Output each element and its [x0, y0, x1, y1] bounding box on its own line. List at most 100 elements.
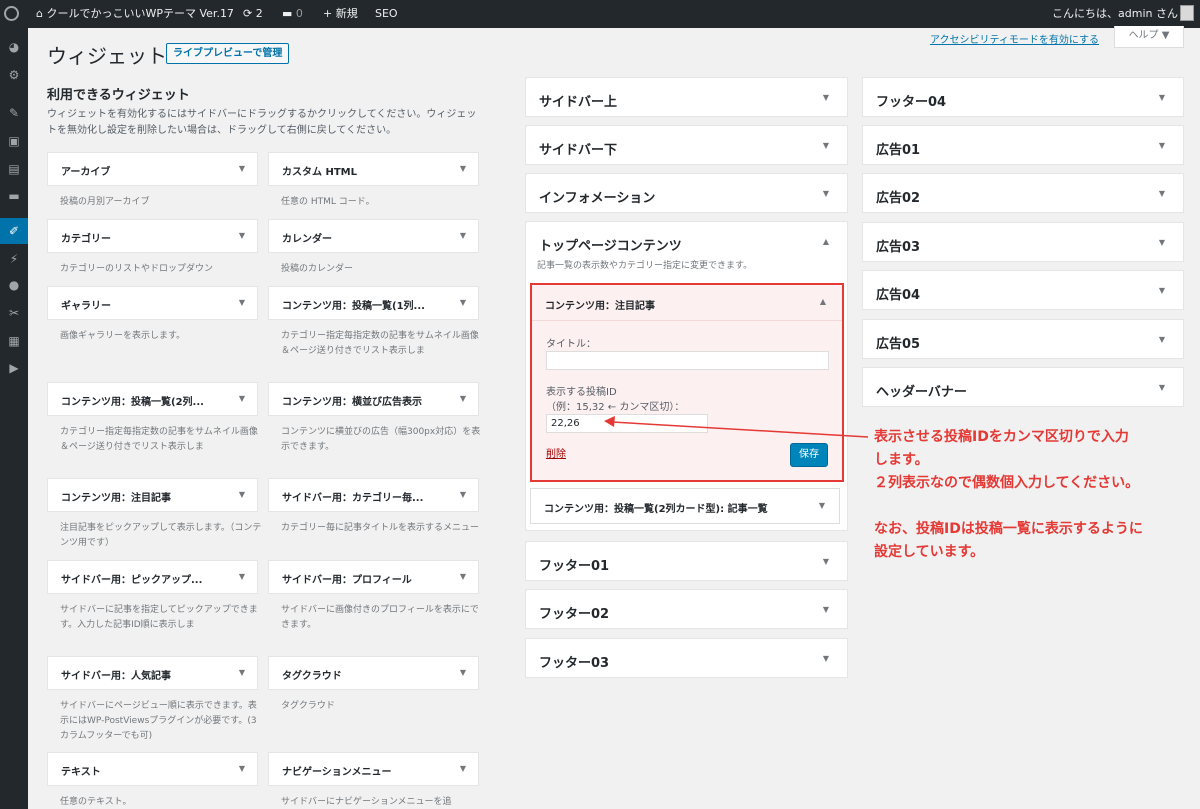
- widget-header[interactable]: コンテンツ用：注目記事 ▲: [532, 285, 842, 321]
- sidebar-title: 広告02: [876, 191, 921, 206]
- widget-tile[interactable]: ギャラリー ▼: [47, 286, 258, 320]
- new-content-link[interactable]: + 新規: [323, 0, 358, 28]
- widget-tile[interactable]: コンテンツ用：投稿一覧(1列... ▼: [268, 286, 479, 320]
- new-content-label: 新規: [335, 7, 358, 20]
- plugins-icon[interactable]: ⚡: [0, 246, 28, 272]
- pin-icon[interactable]: ✎: [0, 100, 28, 126]
- widget-description: カテゴリーのリストやドロップダウン: [60, 264, 214, 274]
- comments-count: 0: [295, 7, 303, 20]
- widget-name: ギャラリー: [61, 301, 111, 312]
- caret-down-icon: ▼: [1158, 141, 1165, 150]
- widget-post-list-card[interactable]: コンテンツ用：投稿一覧(2列カード型): 記事一覧 ▼: [530, 488, 840, 524]
- caret-down-icon: ▼: [1158, 286, 1165, 295]
- delete-link[interactable]: 削除: [546, 445, 566, 460]
- sidebar-title: フッター04: [876, 95, 947, 110]
- media-icon[interactable]: ▣: [0, 128, 28, 154]
- caret-down-icon: ▼: [818, 501, 825, 510]
- users-icon[interactable]: ●: [0, 272, 28, 298]
- appearance-icon[interactable]: ✐: [0, 218, 28, 244]
- sidebar-area-ad04[interactable]: 広告04 ▼: [862, 270, 1184, 310]
- widget-title: コンテンツ用：注目記事: [545, 301, 655, 312]
- widget-tile[interactable]: テキスト ▼: [47, 752, 258, 786]
- sidebar-area-ad05[interactable]: 広告05 ▼: [862, 319, 1184, 359]
- sidebar-area-footer03[interactable]: フッター03 ▼: [525, 638, 848, 678]
- sidebar-area-footer02[interactable]: フッター02 ▼: [525, 589, 848, 629]
- site-name-link[interactable]: ⌂ クールでかっこいいWPテーマ Ver.17: [36, 0, 234, 28]
- sidebar-area-footer04[interactable]: フッター04 ▼: [862, 77, 1184, 117]
- widget-name: カテゴリー: [61, 234, 111, 245]
- widget-tile[interactable]: サイドバー用：カテゴリー毎... ▼: [268, 478, 479, 512]
- widget-description: タグクラウド: [281, 701, 335, 711]
- widget-description: サイドバーに画像付きのプロフィールを表示にできます。: [281, 605, 479, 630]
- post-ids-hint: （例：15,32 ← カンマ区切）：: [546, 402, 685, 413]
- widget-tile[interactable]: サイドバー用：人気記事 ▼: [47, 656, 258, 690]
- annotation-line: ２列表示なので偶数個入力してください。: [874, 475, 1140, 491]
- widget-tile[interactable]: サイドバー用：ピックアップ... ▼: [47, 560, 258, 594]
- caret-up-icon[interactable]: ▲: [823, 237, 829, 246]
- avatar[interactable]: [1180, 5, 1194, 21]
- comments-link[interactable]: ▬ 0: [282, 0, 303, 28]
- widget-tile[interactable]: カテゴリー ▼: [47, 219, 258, 253]
- caret-down-icon: ▼: [238, 394, 245, 403]
- sidebar-area-sidebar-bottom[interactable]: サイドバー下 ▼: [525, 125, 848, 165]
- widget-tile[interactable]: タグクラウド ▼: [268, 656, 479, 690]
- sidebar-title[interactable]: トップページコンテンツ: [539, 235, 682, 254]
- widget-tile[interactable]: カスタム HTML ▼: [268, 152, 479, 186]
- play-icon[interactable]: ▶: [0, 355, 28, 381]
- caret-down-icon: ▼: [822, 189, 829, 198]
- seo-link[interactable]: SEO: [375, 0, 398, 28]
- sidebar-area-sidebar-top[interactable]: サイドバー上 ▼: [525, 77, 848, 117]
- accessibility-mode-link[interactable]: アクセシビリティモードを有効にする: [930, 31, 1099, 46]
- widget-name: コンテンツ用：投稿一覧(2列...: [61, 397, 204, 408]
- refresh-icon: ⟳: [243, 7, 253, 20]
- widget-tile[interactable]: コンテンツ用：注目記事 ▼: [47, 478, 258, 512]
- widget-tile[interactable]: ナビゲーションメニュー ▼: [268, 752, 479, 786]
- sidebar-area-ad02[interactable]: 広告02 ▼: [862, 173, 1184, 213]
- settings-icon[interactable]: ▦: [0, 328, 28, 354]
- caret-down-icon: ▼: [459, 394, 466, 403]
- widget-name: サイドバー用：ピックアップ...: [61, 575, 203, 586]
- widget-tile[interactable]: アーカイブ ▼: [47, 152, 258, 186]
- dashboard-icon[interactable]: ◕: [0, 34, 28, 60]
- annotation-note: 表示させる投稿IDをカンマ区切りで入力 します。 ２列表示なので偶数個入力してく…: [874, 426, 1194, 564]
- live-preview-button[interactable]: ライブプレビューで管理: [166, 43, 290, 64]
- sidebar-title: 広告04: [876, 288, 921, 303]
- sidebar-area-ad01[interactable]: 広告01 ▼: [862, 125, 1184, 165]
- admin-menu: ◕ ⚙ ✎ ▣ ▤ ▬ ✐ ⚡ ● ✂ ▦ ▶: [0, 28, 28, 809]
- caret-down-icon: ▼: [822, 93, 829, 102]
- caret-down-icon: ▼: [822, 141, 829, 150]
- updates-link[interactable]: ⟳ 2: [243, 0, 263, 28]
- sidebar-area-ad03[interactable]: 広告03 ▼: [862, 222, 1184, 262]
- widget-tile[interactable]: サイドバー用：プロフィール ▼: [268, 560, 479, 594]
- pages-icon[interactable]: ▤: [0, 156, 28, 182]
- available-widgets-description: ウィジェットを有効化するにはサイドバーにドラッグするかクリックしてください。ウィ…: [47, 109, 477, 136]
- annotation-line: します。: [874, 452, 929, 468]
- widget-name: ナビゲーションメニュー: [282, 767, 392, 778]
- save-button[interactable]: 保存: [790, 443, 828, 467]
- tools-icon[interactable]: ✂: [0, 300, 28, 326]
- widget-description: サイドバーにナビゲーションメニューを追: [281, 797, 452, 807]
- post-ids-field[interactable]: [546, 414, 708, 433]
- widget-tile[interactable]: カレンダー ▼: [268, 219, 479, 253]
- sidebar-area-footer01[interactable]: フッター01 ▼: [525, 541, 848, 581]
- widget-tile[interactable]: コンテンツ用：投稿一覧(2列... ▼: [47, 382, 258, 416]
- account-link[interactable]: こんにちは、admin さん: [1052, 0, 1178, 28]
- caret-down-icon: ▼: [1158, 383, 1165, 392]
- sidebar-title: フッター01: [539, 559, 610, 574]
- wordpress-logo-icon[interactable]: [4, 0, 24, 28]
- comments-icon[interactable]: ▬: [0, 183, 28, 209]
- help-tab[interactable]: ヘルプ ▼: [1114, 26, 1184, 48]
- widget-name: カレンダー: [282, 234, 332, 245]
- caret-down-icon: ▼: [459, 572, 466, 581]
- sidebar-area-header-banner[interactable]: ヘッダーバナー ▼: [862, 367, 1184, 407]
- widget-description: サイドバーにページビュー順に表示できます。表示にはWP-PostViewsプラグ…: [60, 701, 257, 741]
- caret-down-icon: ▼: [822, 557, 829, 566]
- title-field[interactable]: [546, 351, 829, 370]
- sidebar-area-information[interactable]: インフォメーション ▼: [525, 173, 848, 213]
- widget-name: コンテンツ用：横並び広告表示: [282, 397, 422, 408]
- widget-description: 任意のテキスト。: [60, 797, 132, 807]
- widget-tile[interactable]: コンテンツ用：横並び広告表示 ▼: [268, 382, 479, 416]
- widget-name: コンテンツ用：投稿一覧(1列...: [282, 301, 425, 312]
- caret-down-icon: ▼: [459, 298, 466, 307]
- settings-gear-icon[interactable]: ⚙: [0, 62, 28, 88]
